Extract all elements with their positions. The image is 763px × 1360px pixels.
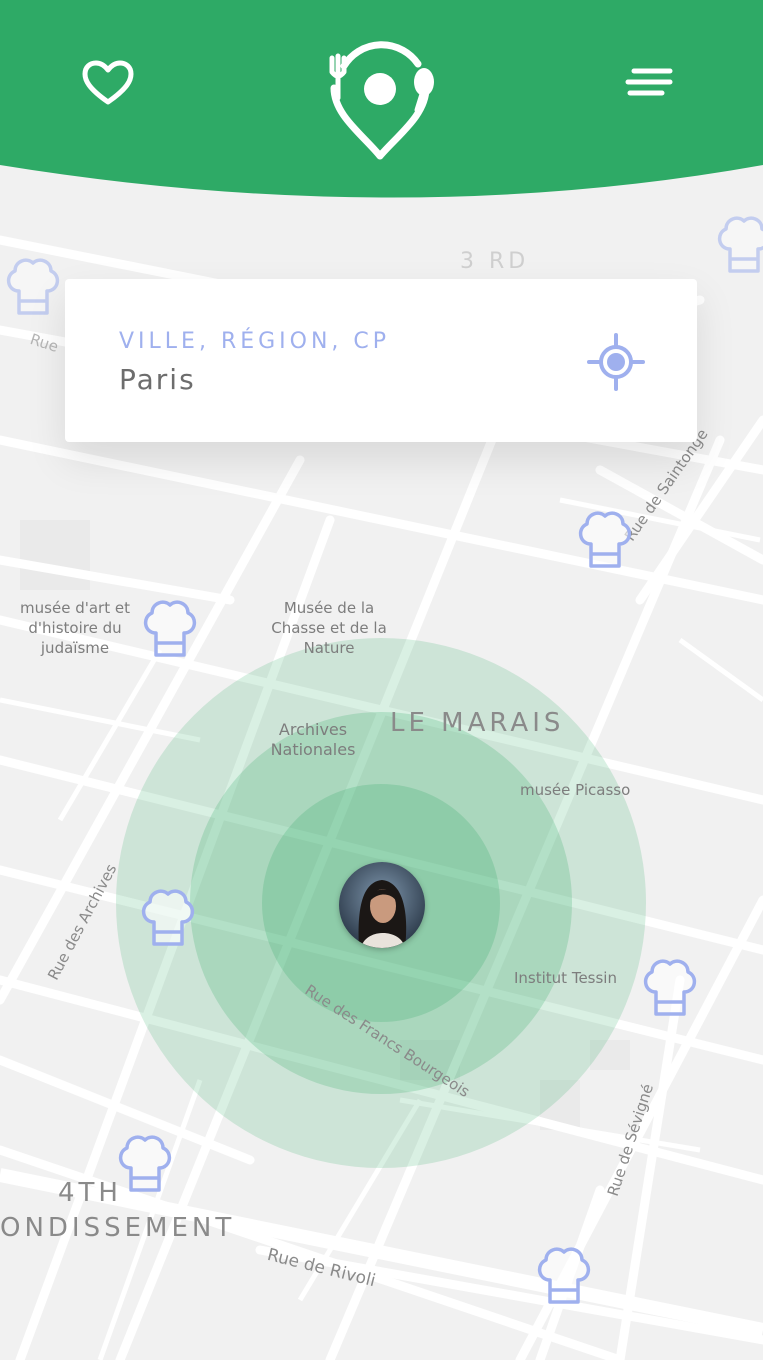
place-label-archives: Archives Nationales <box>270 720 356 759</box>
district-label: 3 RD <box>460 249 530 274</box>
district-label-arrondissement: ONDISSEMENT <box>0 1213 236 1243</box>
chef-hat-icon <box>638 952 702 1022</box>
user-avatar[interactable] <box>339 862 425 948</box>
chef-marker[interactable] <box>573 504 637 574</box>
chef-hat-icon <box>1 251 65 321</box>
locate-me-button[interactable] <box>587 333 645 391</box>
chef-hat-icon <box>138 593 202 663</box>
chef-marker[interactable] <box>712 209 763 279</box>
favorites-button[interactable] <box>78 58 138 108</box>
chef-hat-icon <box>532 1240 596 1310</box>
place-label-musee-chasse: Musée de la Chasse et de la Nature <box>271 599 387 657</box>
search-input[interactable]: Paris <box>119 363 196 396</box>
search-label: VILLE, RÉGION, CP <box>119 329 391 354</box>
menu-icon <box>625 68 673 96</box>
menu-button[interactable] <box>622 62 678 102</box>
place-label-picasso: musée Picasso <box>520 781 631 799</box>
chef-hat-icon <box>573 504 637 574</box>
district-label-marais: LE MARAIS <box>390 708 565 738</box>
app-logo <box>318 30 443 165</box>
chef-marker[interactable] <box>138 593 202 663</box>
crosshair-icon <box>587 333 645 391</box>
place-label-tessin: Institut Tessin <box>514 969 617 987</box>
chef-marker[interactable] <box>1 251 65 321</box>
chef-marker[interactable] <box>532 1240 596 1310</box>
chef-marker[interactable] <box>638 952 702 1022</box>
place-label-musee-art: musée d'art et d'histoire du judaïsme <box>20 599 130 657</box>
location-search-card[interactable]: VILLE, RÉGION, CP Paris <box>65 279 697 442</box>
chef-hat-icon <box>712 209 763 279</box>
app-header <box>0 0 763 200</box>
chef-marker[interactable] <box>113 1128 177 1198</box>
chef-marker[interactable] <box>136 882 200 952</box>
heart-icon <box>82 60 134 105</box>
chef-hat-icon <box>113 1128 177 1198</box>
chef-hat-icon <box>136 882 200 952</box>
